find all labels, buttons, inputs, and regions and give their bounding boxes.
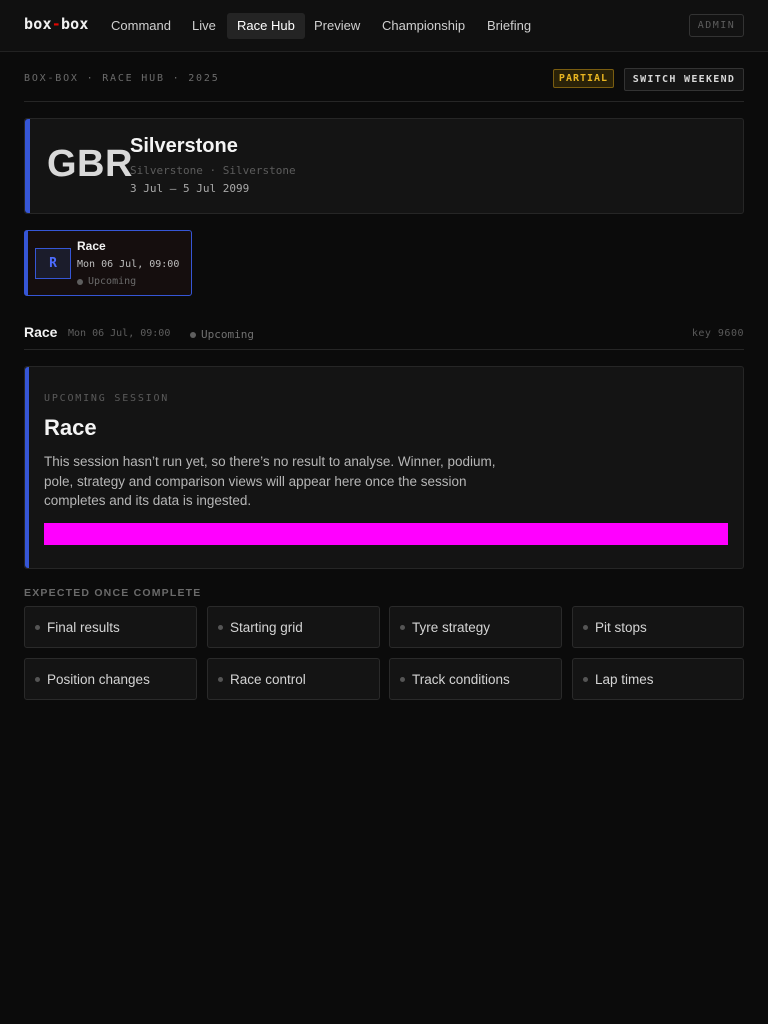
nav-item-live[interactable]: Live bbox=[182, 13, 226, 39]
top-nav: box-box Command Live Race Hub Preview Ch… bbox=[0, 0, 768, 52]
event-card: GBR Silverstone Silverstone · Silverston… bbox=[24, 118, 744, 214]
session-tile-race[interactable]: R Race Mon 06 Jul, 09:00 Upcoming bbox=[24, 230, 192, 296]
upcoming-session-panel: UPCOMING SESSION Race This session hasn’… bbox=[24, 366, 744, 569]
session-time: Mon 06 Jul, 09:00 bbox=[68, 328, 171, 339]
event-dates: 3 Jul – 5 Jul 2099 bbox=[130, 182, 250, 195]
upcoming-eyebrow: UPCOMING SESSION bbox=[44, 393, 170, 404]
session-tile-time: Mon 06 Jul, 09:00 bbox=[77, 259, 180, 270]
expected-item-label: Track conditions bbox=[412, 671, 510, 687]
nav-item-command[interactable]: Command bbox=[101, 13, 181, 39]
upcoming-accent-bar bbox=[25, 367, 29, 568]
expected-item-label: Lap times bbox=[595, 671, 654, 687]
bullet-icon bbox=[218, 624, 223, 630]
nav-item-race-hub[interactable]: Race Hub bbox=[227, 13, 305, 39]
event-accent-bar bbox=[25, 119, 30, 213]
upcoming-description: This session hasn’t run yet, so there’s … bbox=[44, 454, 496, 508]
event-subtitle: Silverstone · Silverstone bbox=[130, 164, 296, 177]
partial-badge: PARTIAL bbox=[553, 69, 614, 88]
event-name: Silverstone bbox=[130, 135, 238, 157]
admin-button[interactable]: ADMIN bbox=[689, 14, 744, 37]
nav-item-briefing[interactable]: Briefing bbox=[477, 13, 541, 39]
logo-separator: - bbox=[51, 15, 61, 33]
status-dot-icon bbox=[77, 278, 83, 285]
session-key: key 9600 bbox=[691, 328, 744, 339]
bullet-icon bbox=[218, 676, 223, 682]
session-title: Race bbox=[24, 324, 58, 340]
expected-item-label: Pit stops bbox=[595, 619, 647, 635]
session-letter-badge: R bbox=[35, 248, 71, 279]
bullet-icon bbox=[583, 676, 588, 682]
breadcrumb: BOX-BOX · RACE HUB · 2025 bbox=[24, 73, 220, 84]
session-divider bbox=[24, 349, 744, 350]
app-logo[interactable]: box-box bbox=[24, 15, 89, 33]
bullet-icon bbox=[35, 624, 40, 630]
logo-right: box bbox=[60, 15, 89, 33]
expected-label: EXPECTED ONCE COMPLETE bbox=[24, 587, 202, 599]
expected-item-label: Position changes bbox=[47, 671, 150, 687]
switch-weekend-button[interactable]: SWITCH WEEKEND bbox=[624, 68, 744, 91]
country-code: GBR bbox=[47, 143, 133, 185]
status-dot-icon bbox=[190, 331, 196, 338]
expected-item: Lap times bbox=[572, 658, 744, 700]
session-tile-accent bbox=[25, 231, 28, 295]
header-divider bbox=[24, 101, 744, 102]
expected-item: Pit stops bbox=[572, 606, 744, 648]
expected-item-label: Race control bbox=[230, 671, 306, 687]
expected-item: Position changes bbox=[24, 658, 197, 700]
upcoming-title: Race bbox=[44, 415, 97, 440]
expected-item-label: Tyre strategy bbox=[412, 619, 491, 635]
bullet-icon bbox=[583, 624, 588, 630]
session-tile-name: Race bbox=[77, 239, 106, 253]
expected-item: Tyre strategy bbox=[389, 606, 562, 648]
nav-item-preview[interactable]: Preview bbox=[304, 13, 370, 39]
expected-item: Track conditions bbox=[389, 658, 562, 700]
expected-item-label: Starting grid bbox=[230, 619, 303, 635]
expected-item-label: Final results bbox=[47, 619, 120, 635]
session-status-label: Upcoming bbox=[201, 328, 254, 341]
session-tile-status-label: Upcoming bbox=[88, 276, 137, 287]
bullet-icon bbox=[35, 676, 40, 682]
bullet-icon bbox=[400, 624, 405, 630]
expected-item: Final results bbox=[24, 606, 197, 648]
expected-item: Race control bbox=[207, 658, 380, 700]
session-tile-status: Upcoming bbox=[77, 276, 136, 287]
session-status: Upcoming bbox=[190, 328, 254, 341]
bullet-icon bbox=[400, 676, 405, 682]
logo-left: box bbox=[24, 15, 52, 33]
nav-item-championship[interactable]: Championship bbox=[372, 13, 475, 39]
placeholder-bar bbox=[44, 523, 728, 545]
expected-item: Starting grid bbox=[207, 606, 380, 648]
